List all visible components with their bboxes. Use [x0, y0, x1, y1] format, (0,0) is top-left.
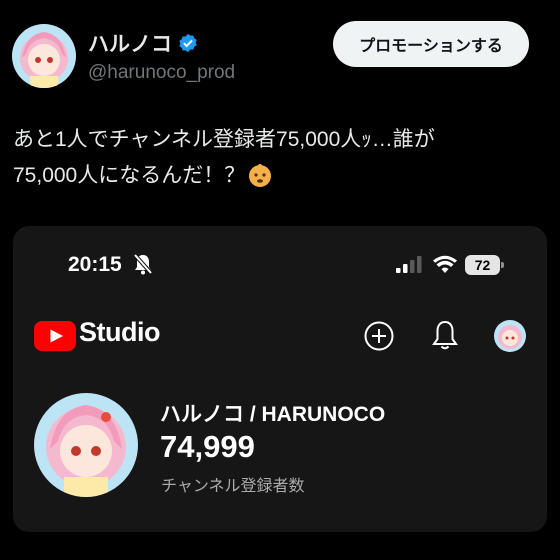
youtube-logo-icon: [34, 321, 76, 351]
bell-muted-icon: [133, 253, 153, 275]
subscriber-count: 74,999: [160, 429, 255, 464]
channel-avatar[interactable]: [34, 393, 138, 497]
channel-name: ハルノコ / HARUNOCO: [160, 403, 386, 426]
subscriber-label: チャンネル登録者数: [161, 478, 305, 495]
battery-cap: [501, 262, 504, 268]
author-avatar[interactable]: [12, 24, 76, 88]
author-handle[interactable]: @harunoco_prod: [88, 62, 235, 84]
battery-indicator: 72: [465, 255, 505, 275]
promote-button[interactable]: プロモーションする: [333, 21, 529, 67]
verified-badge-icon: [179, 33, 197, 53]
post-text-line-2: 75,000人になるんだ！？: [13, 164, 246, 187]
post-text: あと1人でチャンネル登録者75,000人ｯ…誰が 75,000人になるんだ！？: [13, 122, 543, 194]
attached-screenshot[interactable]: 20:15 72 Studio ハルノコ / HARUNOCO 74,999 チ…: [13, 226, 547, 532]
cellular-signal-icon: [396, 256, 422, 273]
account-avatar[interactable]: [494, 320, 526, 352]
status-time: 20:15: [68, 253, 122, 276]
battery-level: 72: [465, 255, 500, 275]
app-title: Studio: [79, 317, 160, 347]
author-name[interactable]: ハルノコ: [88, 28, 172, 58]
create-plus-icon[interactable]: [364, 321, 394, 351]
notifications-bell-icon[interactable]: [431, 319, 459, 351]
baby-face-emoji-icon: [249, 164, 272, 187]
author-block: ハルノコ @harunoco_prod: [88, 28, 235, 84]
post-text-line-1: あと1人でチャンネル登録者75,000人ｯ…誰が: [13, 128, 435, 151]
wifi-icon: [433, 255, 457, 273]
